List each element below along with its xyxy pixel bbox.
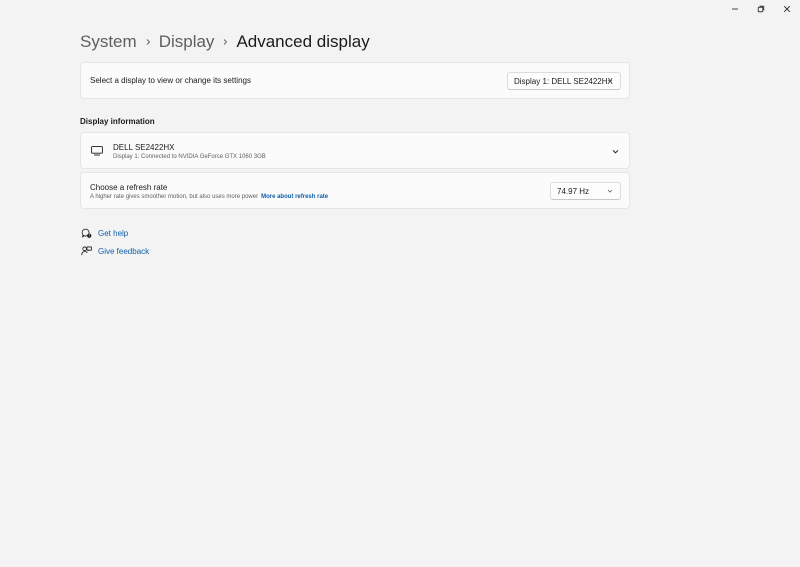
breadcrumb-display[interactable]: Display bbox=[159, 32, 215, 52]
window-controls bbox=[722, 0, 800, 18]
chevron-down-icon bbox=[607, 79, 613, 83]
breadcrumb-system[interactable]: System bbox=[80, 32, 137, 52]
refresh-rate-card: Choose a refresh rate A higher rate give… bbox=[80, 172, 630, 209]
chevron-down-icon[interactable] bbox=[611, 147, 620, 156]
feedback-icon bbox=[80, 245, 92, 257]
monitor-name: DELL SE2422HX bbox=[113, 143, 175, 152]
display-information-heading: Display information bbox=[80, 117, 155, 126]
display-select-dropdown[interactable]: Display 1: DELL SE2422HX bbox=[507, 72, 621, 90]
settings-window: System Display Advanced display Select a… bbox=[0, 0, 800, 567]
page-title: Advanced display bbox=[236, 32, 370, 51]
refresh-rate-description-text: A higher rate gives smoother motion, but… bbox=[90, 194, 259, 200]
get-help-link[interactable]: ? Get help bbox=[80, 227, 128, 239]
close-icon bbox=[783, 5, 791, 13]
close-button[interactable] bbox=[774, 0, 800, 18]
minimize-icon bbox=[732, 8, 738, 10]
refresh-rate-value: 74.97 Hz bbox=[557, 186, 590, 196]
refresh-rate-link[interactable]: More about refresh rate bbox=[261, 194, 328, 200]
give-feedback-link[interactable]: Give feedback bbox=[80, 245, 149, 257]
monitor-info-card[interactable]: DELL SE2422HX Display 1: Connected to NV… bbox=[80, 132, 630, 169]
help-chat-icon: ? bbox=[80, 227, 92, 239]
select-display-label: Select a display to view or change its s… bbox=[90, 76, 251, 85]
chevron-right-icon bbox=[214, 38, 236, 46]
chevron-down-icon bbox=[607, 189, 613, 193]
minimize-button[interactable] bbox=[722, 0, 748, 18]
give-feedback-label: Give feedback bbox=[98, 246, 150, 256]
refresh-rate-description: A higher rate gives smoother motion, but… bbox=[90, 194, 328, 200]
refresh-rate-dropdown[interactable]: 74.97 Hz bbox=[550, 182, 621, 200]
monitor-connection: Display 1: Connected to NVIDIA GeForce G… bbox=[113, 154, 266, 160]
chevron-right-icon bbox=[137, 38, 159, 46]
svg-text:?: ? bbox=[88, 234, 90, 238]
refresh-rate-title: Choose a refresh rate bbox=[90, 183, 168, 192]
get-help-label: Get help bbox=[98, 228, 129, 238]
restore-button[interactable] bbox=[748, 0, 774, 18]
restore-icon bbox=[757, 5, 765, 13]
select-display-card: Select a display to view or change its s… bbox=[80, 62, 630, 99]
display-select-value: Display 1: DELL SE2422HX bbox=[514, 76, 613, 86]
breadcrumb: System Display Advanced display bbox=[80, 29, 370, 55]
monitor-icon bbox=[91, 146, 103, 156]
